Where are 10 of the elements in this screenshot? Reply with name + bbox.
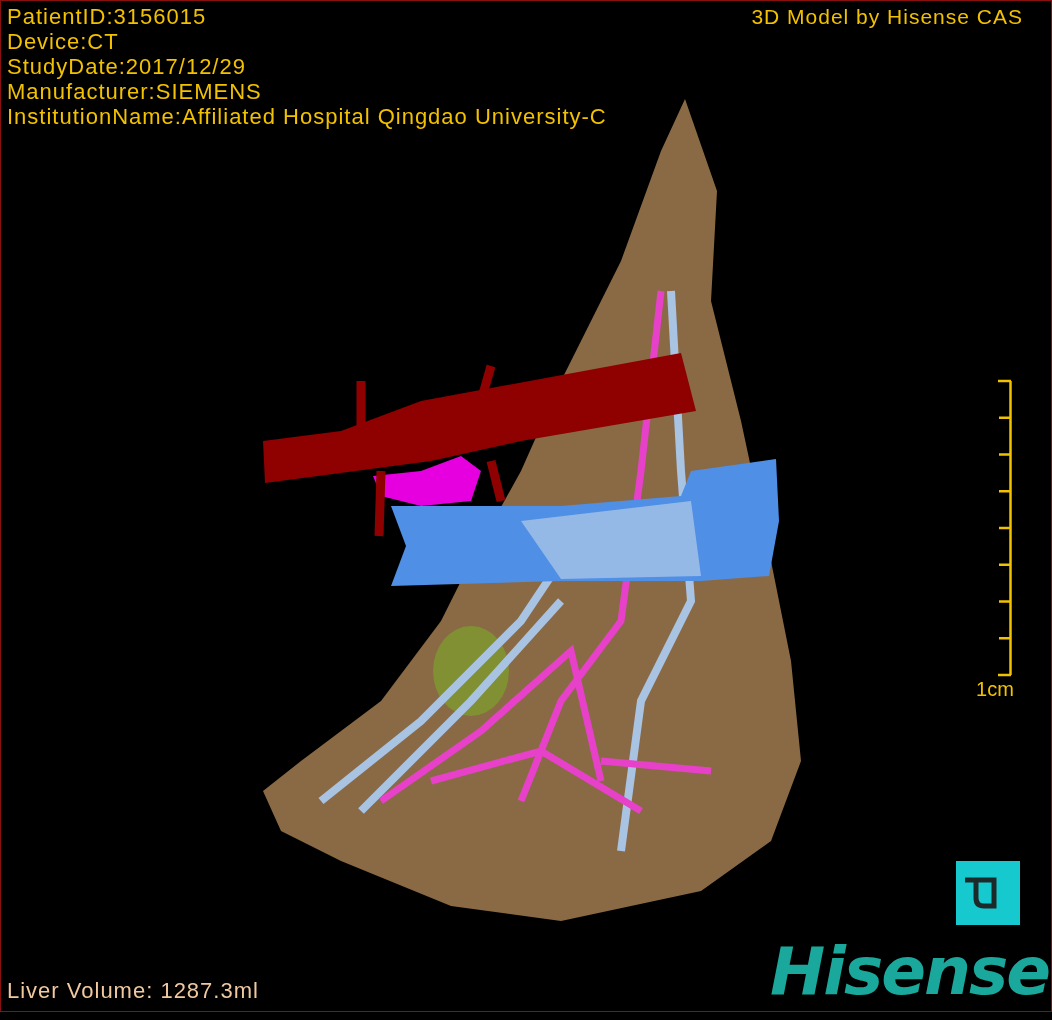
info-text: Device:CT [7,29,120,54]
info-text: Manufacturer:SIEMENS [7,79,263,104]
toggle-icon[interactable] [956,861,1020,925]
volume-text: Liver Volume: 1287.3ml [7,978,259,1004]
info-text: InstitutionName:Affiliated Hospital Qingdao University-C [7,104,607,129]
credit-text: 3D Model by Hisense CAS [751,4,1023,29]
scale-label: 1cm [976,678,1014,701]
hisense-logo: Hisense [770,936,1049,1008]
info-text: PatientID:3156015 [7,4,208,29]
info-text: StudyDate:2017/12/29 [7,54,247,79]
